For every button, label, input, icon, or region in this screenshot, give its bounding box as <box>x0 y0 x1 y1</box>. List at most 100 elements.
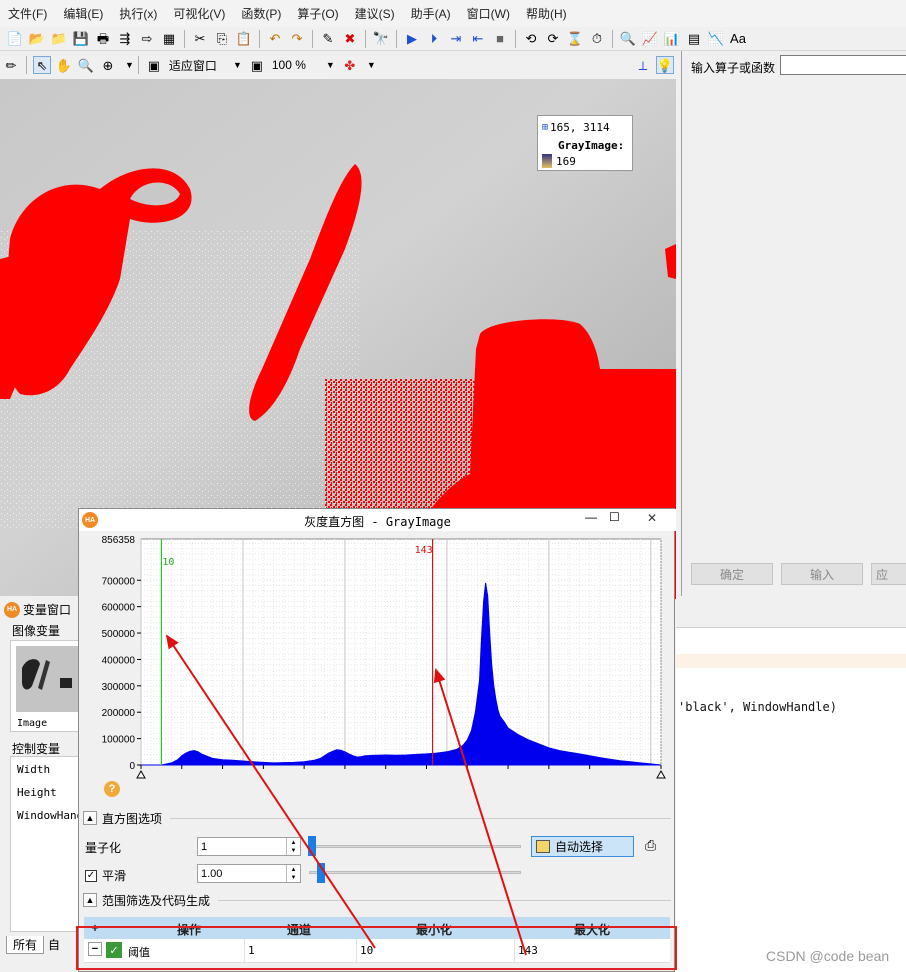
ok-button[interactable]: 确定 <box>691 563 773 585</box>
menu-procedures[interactable]: 函数(P) <box>241 5 281 22</box>
quantize-slider-thumb[interactable] <box>308 836 316 856</box>
stop-icon[interactable]: ■ <box>491 30 509 48</box>
step-over-icon[interactable]: ⏵ <box>425 30 443 48</box>
smooth-slider[interactable] <box>309 871 521 874</box>
color-palette-icon[interactable]: ✤ <box>341 56 359 74</box>
reset-icon[interactable]: ⟲ <box>522 30 540 48</box>
control-var-windowhandle[interactable]: WindowHand <box>17 809 83 822</box>
chevron-down-icon[interactable]: ▼ <box>125 60 134 70</box>
smooth-slider-thumb[interactable] <box>317 863 325 883</box>
histogram-chart[interactable]: 0 100000 200000 300000 400000 500000 600000 700… <box>79 531 676 781</box>
chevron-down-icon[interactable]: ▼ <box>367 60 376 70</box>
zoom-window-icon[interactable]: 🔍 <box>619 30 637 48</box>
spin-arrows-icon[interactable]: ▲ ▼ <box>286 865 300 882</box>
spin-arrows-icon[interactable]: ▲ ▼ <box>286 838 300 855</box>
copy-icon[interactable]: ⎘ <box>213 30 231 48</box>
axis-icon[interactable]: ⟂ <box>634 56 652 74</box>
hand-icon[interactable]: ✋ <box>55 56 73 74</box>
tab-auto[interactable]: 自 <box>44 936 64 954</box>
ocr-icon[interactable]: Aa <box>729 30 747 48</box>
redo-icon[interactable]: ↷ <box>288 30 306 48</box>
control-var-height[interactable]: Height <box>17 786 57 799</box>
threshold-max-label: 143 <box>415 545 433 556</box>
tab-all[interactable]: 所有 <box>6 936 45 954</box>
menu-assistants[interactable]: 助手(A) <box>411 5 451 22</box>
smooth-checkbox[interactable]: ✓ <box>85 869 97 882</box>
smooth-spinbox[interactable]: 1.00 ▲ ▼ <box>197 864 301 883</box>
code-line[interactable]: 'black', WindowHandle) <box>678 700 837 714</box>
histogram-tool-icon[interactable]: ⎙ <box>645 837 656 854</box>
current-line-highlight <box>676 654 906 668</box>
apply-button[interactable]: 应 <box>871 563 906 585</box>
image-variables-label: 图像变量 <box>12 624 61 638</box>
find-icon[interactable]: 🔭 <box>372 30 390 48</box>
open-file-icon[interactable]: 📂 <box>28 30 46 48</box>
operator-input[interactable] <box>780 55 906 75</box>
paste-icon[interactable]: 📋 <box>235 30 253 48</box>
magnifier-icon[interactable]: 🔍 <box>77 56 95 74</box>
fit-window-icon: ▣ <box>147 57 161 73</box>
zoom-percent-select[interactable]: 100 % ▼ <box>268 55 339 75</box>
zoom-in-icon[interactable]: ⊕ <box>99 56 117 74</box>
program-editor[interactable]: 'black', WindowHandle) <box>676 598 906 972</box>
auto-select-icon <box>536 840 550 853</box>
auto-select-button[interactable]: 自动选择 <box>531 836 634 857</box>
profiler-icon[interactable]: ⌛ <box>566 30 584 48</box>
menu-window[interactable]: 窗口(W) <box>467 5 510 22</box>
graphics-toolbar: ✏ ⇖ ✋ 🔍 ⊕ ▼ ▣ 适应窗口 ▼ ▣ 100 % ▼ ✤ ▼ ⟂ 💡 <box>0 51 680 79</box>
section-divider <box>170 817 671 819</box>
settings-icon[interactable]: ▦ <box>160 30 178 48</box>
quantize-spinbox[interactable]: 1 ▲ ▼ <box>197 837 301 856</box>
histogram-options-section[interactable]: ▲ 直方图选项 <box>83 809 671 827</box>
section-divider <box>218 899 671 901</box>
maximize-icon[interactable]: ☐ <box>609 510 620 524</box>
main-toolbar: 📄 📂 📁 💾 🖶 ⇶ ⇨ ▦ ✂ ⎘ 📋 ↶ ↷ ✎ ✖ 🔭 ▶ ⏵ ⇥ ⇤ … <box>0 27 906 51</box>
close-icon[interactable]: ✕ <box>635 510 669 526</box>
y-tick-label: 0 <box>129 761 135 772</box>
run-icon[interactable]: ▶ <box>403 30 421 48</box>
menu-execute[interactable]: 执行(x) <box>119 5 157 22</box>
pointer-icon[interactable]: ⇖ <box>33 56 51 74</box>
reset-program-icon[interactable]: ⟳ <box>544 30 562 48</box>
save-icon[interactable]: 💾 <box>72 30 90 48</box>
help-icon[interactable]: ? <box>104 781 120 797</box>
toolbar-separator <box>184 29 185 48</box>
minimize-icon[interactable]: — <box>585 510 597 524</box>
export-icon[interactable]: ⇶ <box>116 30 134 48</box>
menu-suggestions[interactable]: 建议(S) <box>355 5 395 22</box>
control-var-width[interactable]: Width <box>17 763 50 776</box>
feature-histogram-icon[interactable]: 📊 <box>663 30 681 48</box>
menu-edit[interactable]: 编辑(E) <box>63 5 103 22</box>
enter-button[interactable]: 输入 <box>781 563 863 585</box>
image-variable-thumb[interactable]: Image <box>10 640 80 732</box>
new-file-icon[interactable]: 📄 <box>6 30 24 48</box>
collapse-icon[interactable]: ▲ <box>83 811 97 825</box>
collapse-icon[interactable]: ▲ <box>83 893 97 907</box>
step-into-icon[interactable]: ⇥ <box>447 30 465 48</box>
smooth-row: ✓ 平滑 <box>85 867 126 884</box>
quantize-slider[interactable] <box>309 845 521 848</box>
zoom-mode-select[interactable]: 适应窗口 ▼ <box>165 55 246 75</box>
range-handle-icon[interactable] <box>656 769 666 779</box>
range-filter-section[interactable]: ▲ 范围筛选及代码生成 <box>83 891 671 909</box>
deactivate-line-icon[interactable]: ✖ <box>341 30 359 48</box>
menu-help[interactable]: 帮助(H) <box>526 5 567 22</box>
open-example-icon[interactable]: 📁 <box>50 30 68 48</box>
menu-file[interactable]: 文件(F) <box>8 5 47 22</box>
feature-inspection-icon[interactable]: ▤ <box>685 30 703 48</box>
step-out-icon[interactable]: ⇤ <box>469 30 487 48</box>
undo-icon[interactable]: ↶ <box>266 30 284 48</box>
menu-operators[interactable]: 算子(O) <box>297 5 338 22</box>
import-icon[interactable]: ⇨ <box>138 30 156 48</box>
halcon-window: 文件(F) 编辑(E) 执行(x) 可视化(V) 函数(P) 算子(O) 建议(… <box>0 0 906 972</box>
gray-histogram-icon[interactable]: 📈 <box>641 30 659 48</box>
pencil-icon[interactable]: ✏ <box>2 56 20 74</box>
print-icon[interactable]: 🖶 <box>94 30 112 48</box>
timer-icon[interactable]: ⏱ <box>588 30 606 48</box>
cut-icon[interactable]: ✂ <box>191 30 209 48</box>
menu-visualize[interactable]: 可视化(V) <box>173 5 225 22</box>
range-handle-icon[interactable] <box>136 769 146 779</box>
lightbulb-icon[interactable]: 💡 <box>656 56 674 74</box>
line-profile-icon[interactable]: 📉 <box>707 30 725 48</box>
activate-line-icon[interactable]: ✎ <box>319 30 337 48</box>
